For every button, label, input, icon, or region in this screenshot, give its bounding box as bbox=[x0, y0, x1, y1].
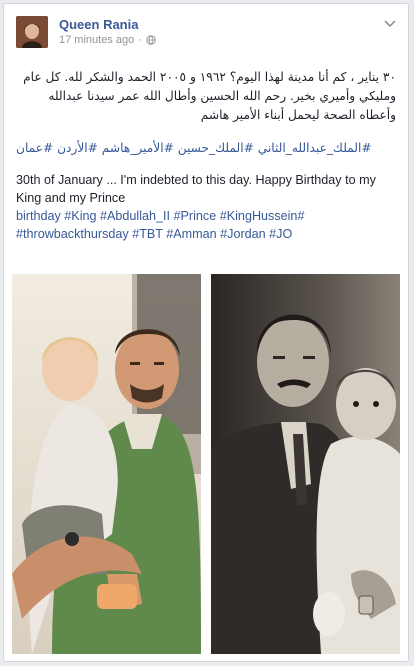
globe-icon[interactable] bbox=[146, 35, 156, 45]
photo-left[interactable] bbox=[12, 274, 201, 654]
english-hashtags-line1[interactable]: birthday #King #Abdullah_II #Prince #Kin… bbox=[16, 207, 396, 225]
english-text: 30th of January ... I'm indebted to this… bbox=[16, 173, 376, 205]
photo-right[interactable] bbox=[211, 274, 400, 654]
hashtag[interactable]: #الأمير_هاشم bbox=[102, 141, 174, 155]
post-body: ٣٠ يناير ، كم أنا مدينة لهذا اليوم؟ ١٩٦٢… bbox=[16, 68, 396, 243]
chevron-down-icon[interactable] bbox=[382, 16, 398, 32]
hashtag[interactable]: #الأردن bbox=[57, 141, 98, 155]
avatar[interactable] bbox=[16, 16, 48, 48]
post-time[interactable]: 17 minutes ago bbox=[59, 34, 134, 46]
post-card: Queen Rania 17 minutes ago · ٣٠ يناير ، … bbox=[3, 3, 409, 662]
english-hashtags-line2[interactable]: #throwbackthursday #TBT #Amman #Jordan #… bbox=[16, 225, 396, 243]
arabic-hashtags: #الملك_عبدالله_الثاني #الملك_حسين #الأمي… bbox=[16, 139, 396, 157]
hashtag[interactable]: #الملك_حسين bbox=[178, 141, 254, 155]
post-meta: 17 minutes ago · bbox=[59, 34, 156, 46]
author-name[interactable]: Queen Rania bbox=[59, 17, 138, 32]
hashtag[interactable]: #الملك_عبدالله_الثاني bbox=[258, 141, 372, 155]
arabic-text: ٣٠ يناير ، كم أنا مدينة لهذا اليوم؟ ١٩٦٢… bbox=[23, 70, 396, 122]
photo-grid bbox=[12, 274, 400, 654]
post-header: Queen Rania 17 minutes ago · bbox=[16, 16, 396, 56]
hashtag[interactable]: #عمان bbox=[16, 141, 53, 155]
